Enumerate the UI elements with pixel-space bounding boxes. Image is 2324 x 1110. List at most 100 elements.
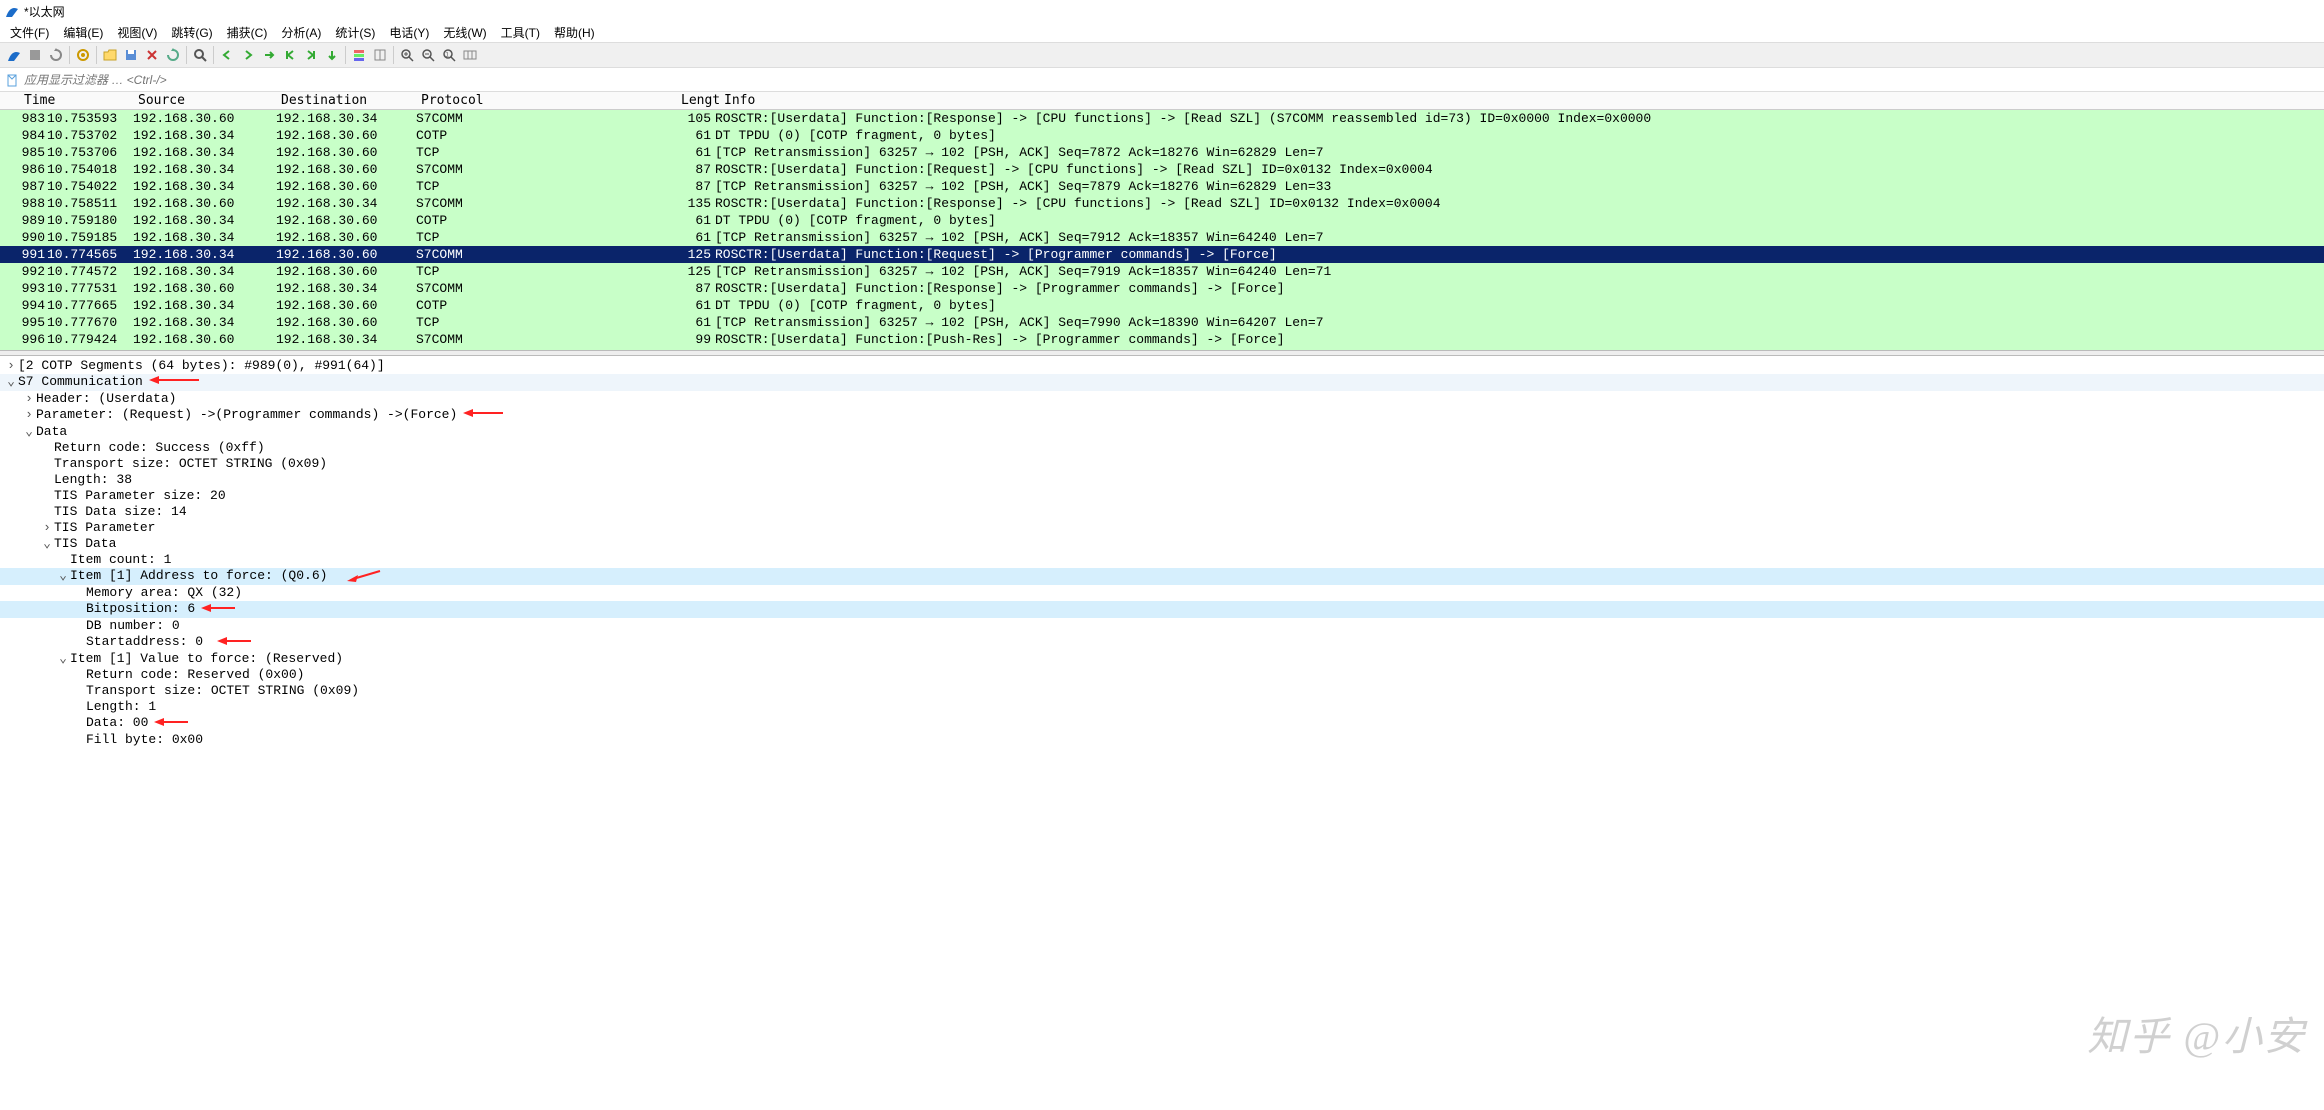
tree-leaf[interactable]: Return code: Success (0xff) [0,440,2324,456]
go-first-icon[interactable] [280,45,300,65]
tree-node-item-addr[interactable]: ⌄Item [1] Address to force: (Q0.6) [0,568,2324,585]
packet-row[interactable]: 99310.777531192.168.30.60192.168.30.34S7… [0,280,2324,297]
tree-leaf-bitposition[interactable]: Bitposition: 6 [0,601,2324,618]
tree-node[interactable]: ⌄TIS Data [0,536,2324,552]
packet-row[interactable]: 98410.753702192.168.30.34192.168.30.60CO… [0,127,2324,144]
tree-leaf[interactable]: Return code: Reserved (0x00) [0,667,2324,683]
packet-row[interactable]: 99710.779562192.168.30.34192.168.30.60CO… [0,348,2324,350]
reload-icon[interactable] [163,45,183,65]
column-source[interactable]: Source [138,92,281,109]
cell-time: 10.753706 [45,144,133,161]
tree-node[interactable]: ›Header: (Userdata) [0,391,2324,407]
packet-row[interactable]: 99610.779424192.168.30.60192.168.30.34S7… [0,331,2324,348]
start-capture-icon[interactable] [4,45,24,65]
go-forward-icon[interactable] [238,45,258,65]
save-file-icon[interactable] [121,45,141,65]
column-destination[interactable]: Destination [281,92,421,109]
open-file-icon[interactable] [100,45,120,65]
menu-item[interactable]: 视图(V) [111,23,163,41]
go-to-packet-icon[interactable] [259,45,279,65]
menu-item[interactable]: 电话(Y) [383,23,435,41]
column-length[interactable]: Length [681,92,720,109]
annotation-arrow-icon [463,406,503,422]
tree-leaf[interactable]: Startaddress: 0 [0,634,2324,651]
options-icon[interactable] [73,45,93,65]
filter-bookmark-icon[interactable] [4,72,20,88]
column-info[interactable]: Info [720,92,2324,109]
cell-length: 61 [676,229,711,246]
zoom-out-icon[interactable] [418,45,438,65]
cell-protocol: TCP [416,229,676,246]
packet-list-header[interactable]: Time Source Destination Protocol Length … [0,92,2324,110]
cell-protocol: COTP [416,348,676,350]
tree-leaf[interactable]: Transport size: OCTET STRING (0x09) [0,456,2324,472]
tree-leaf[interactable]: Transport size: OCTET STRING (0x09) [0,683,2324,699]
packet-row[interactable]: 99210.774572192.168.30.34192.168.30.60TC… [0,263,2324,280]
packet-row[interactable]: 98310.753593192.168.30.60192.168.30.34S7… [0,110,2324,127]
tree-leaf[interactable]: TIS Parameter size: 20 [0,488,2324,504]
tree-node[interactable]: ⌄Data [0,424,2324,440]
menu-item[interactable]: 捕获(C) [221,23,274,41]
menu-item[interactable]: 工具(T) [495,23,546,41]
colorize-icon[interactable] [349,45,369,65]
menu-item[interactable]: 帮助(H) [548,23,601,41]
packet-row[interactable]: 98510.753706192.168.30.34192.168.30.60TC… [0,144,2324,161]
packet-row[interactable]: 99410.777665192.168.30.34192.168.30.60CO… [0,297,2324,314]
find-icon[interactable] [190,45,210,65]
cell-source: 192.168.30.60 [133,195,276,212]
menu-item[interactable]: 分析(A) [275,23,327,41]
auto-scroll-icon[interactable] [322,45,342,65]
cell-source: 192.168.30.34 [133,212,276,229]
zoom-reset-icon[interactable]: 1 [439,45,459,65]
stop-capture-icon[interactable] [25,45,45,65]
cell-time: 10.754022 [45,178,133,195]
display-filter-input[interactable] [24,73,2320,87]
cell-source: 192.168.30.34 [133,178,276,195]
packet-row[interactable]: 98710.754022192.168.30.34192.168.30.60TC… [0,178,2324,195]
go-last-icon[interactable] [301,45,321,65]
tree-node-s7comm[interactable]: ⌄S7 Communication [0,374,2324,391]
go-back-icon[interactable] [217,45,237,65]
menu-item[interactable]: 无线(W) [437,23,492,41]
title-bar: *以太网 [0,0,2324,22]
packet-row[interactable]: 98610.754018192.168.30.34192.168.30.60S7… [0,161,2324,178]
menu-item[interactable]: 编辑(E) [57,23,109,41]
tree-node[interactable]: ›Parameter: (Request) ->(Programmer comm… [0,407,2324,424]
cell-no: 995 [3,314,45,331]
cell-info: DT TPDU (0) [COTP fragment, 0 bytes] [711,127,2324,144]
menu-item[interactable]: 文件(F) [4,23,55,41]
tree-leaf[interactable]: Item count: 1 [0,552,2324,568]
tree-leaf[interactable]: Memory area: QX (32) [0,585,2324,601]
tree-node[interactable]: ›[2 COTP Segments (64 bytes): #989(0), #… [0,358,2324,374]
zoom-in-icon[interactable] [397,45,417,65]
cell-source: 192.168.30.34 [133,314,276,331]
menu-item[interactable]: 跳转(G) [165,23,218,41]
cell-source: 192.168.30.34 [133,297,276,314]
tree-node[interactable]: ⌄Item [1] Value to force: (Reserved) [0,651,2324,667]
annotation-arrow-icon [154,714,188,730]
packet-row[interactable]: 99010.759185192.168.30.34192.168.30.60TC… [0,229,2324,246]
tree-leaf[interactable]: Length: 1 [0,699,2324,715]
resize-columns-icon[interactable] [370,45,390,65]
column-time[interactable]: Time [0,92,138,109]
tree-leaf[interactable]: Length: 38 [0,472,2324,488]
tree-leaf[interactable]: Fill byte: 0x00 [0,732,2324,748]
packet-list-pane: Time Source Destination Protocol Length … [0,92,2324,350]
packet-row[interactable]: 99510.777670192.168.30.34192.168.30.60TC… [0,314,2324,331]
column-protocol[interactable]: Protocol [421,92,681,109]
cell-length: 61 [676,314,711,331]
tree-node[interactable]: ›TIS Parameter [0,520,2324,536]
restart-capture-icon[interactable] [46,45,66,65]
tree-leaf[interactable]: DB number: 0 [0,618,2324,634]
menu-item[interactable]: 统计(S) [329,23,381,41]
tree-leaf[interactable]: TIS Data size: 14 [0,504,2324,520]
cell-time: 10.754018 [45,161,133,178]
packet-row[interactable]: 98810.758511192.168.30.60192.168.30.34S7… [0,195,2324,212]
cell-time: 10.779424 [45,331,133,348]
close-file-icon[interactable] [142,45,162,65]
cell-destination: 192.168.30.60 [276,161,416,178]
packet-row[interactable]: 98910.759180192.168.30.34192.168.30.60CO… [0,212,2324,229]
packet-row[interactable]: 99110.774565192.168.30.34192.168.30.60S7… [0,246,2324,263]
resize-all-icon[interactable] [460,45,480,65]
tree-leaf[interactable]: Data: 00 [0,715,2324,732]
